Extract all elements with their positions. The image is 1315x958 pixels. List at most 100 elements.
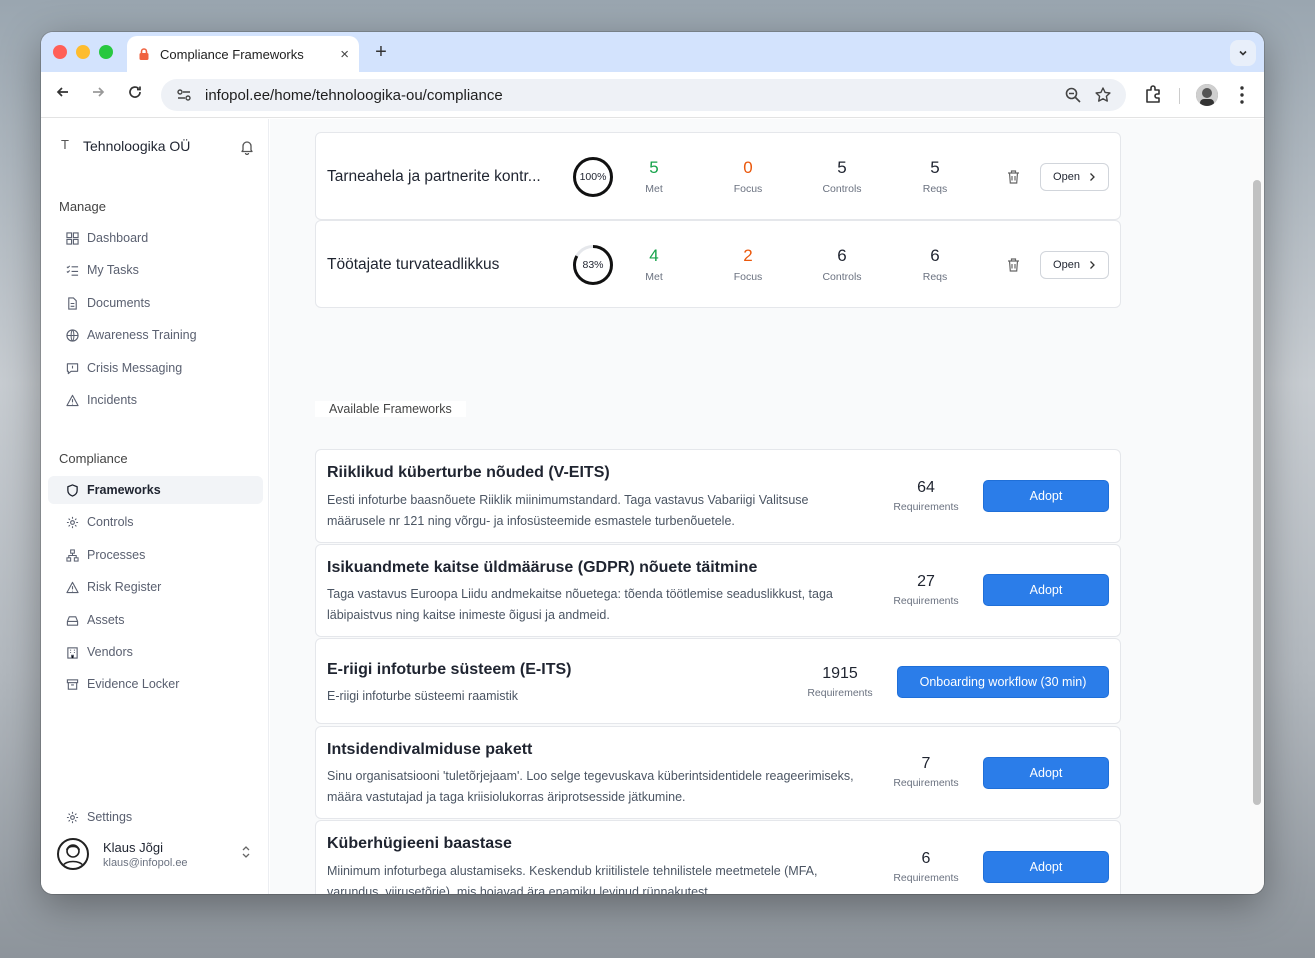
reqs-count: 6 (930, 246, 940, 265)
profile-photo-icon (1196, 84, 1218, 106)
lock-icon (139, 48, 149, 60)
sidebar-item-label: Controls (87, 515, 134, 529)
bookmark-star-icon[interactable] (1094, 86, 1112, 104)
sidebar-item-label: Incidents (87, 393, 138, 407)
org-name: Tehnoloogika OÜ (83, 138, 191, 154)
requirements-label: Requirements (893, 501, 959, 513)
arrow-left-icon (56, 87, 68, 97)
adopted-framework-card: Tarneahela ja partnerite kontr... 100% 5… (315, 132, 1121, 220)
more-menu-icon[interactable] (1233, 83, 1251, 107)
close-window-button[interactable] (53, 45, 67, 59)
adopt-button[interactable]: Adopt (983, 574, 1109, 606)
open-button[interactable]: Open (1040, 163, 1109, 191)
scrollbar-thumb[interactable] (1253, 180, 1261, 805)
url-text[interactable]: infopol.ee/home/tehnoloogika-ou/complian… (205, 87, 1052, 104)
sidebar-item-assets[interactable]: Assets (48, 606, 263, 634)
tab-close-icon[interactable]: × (340, 46, 349, 63)
framework-title: Tarneahela ja partnerite kontr... (327, 168, 541, 185)
sidebar-item-label: Documents (87, 296, 151, 310)
adopted-framework-card: Töötajate turvateadlikkus 83% 4 Met 2 Fo… (315, 220, 1121, 308)
sidebar-item-label: Dashboard (87, 231, 149, 245)
forward-button[interactable] (86, 83, 110, 107)
extensions-icon[interactable] (1142, 83, 1164, 107)
available-framework-card: Riiklikud küberturbe nõuded (V-EITS) Ees… (315, 449, 1121, 543)
browser-tab[interactable]: Compliance Frameworks × (127, 36, 359, 72)
controls-label: Controls (822, 271, 862, 283)
onboarding-workflow-button[interactable]: Onboarding workflow (30 min) (897, 666, 1109, 698)
sidebar-item-dashboard[interactable]: Dashboard (48, 224, 263, 252)
drive-icon (66, 615, 79, 626)
controls-count: 5 (837, 158, 847, 177)
maximize-window-button[interactable] (99, 45, 113, 59)
sidebar-item-crisis-messaging[interactable]: Crisis Messaging (48, 354, 263, 382)
available-framework-card: E-riigi infoturbe süsteem (E-ITS) E-riig… (315, 638, 1121, 724)
sidebar-item-vendors[interactable]: Vendors (48, 638, 263, 666)
requirements-label: Requirements (893, 777, 959, 789)
address-bar[interactable]: infopol.ee/home/tehnoloogika-ou/complian… (161, 79, 1126, 111)
sidebar-item-documents[interactable]: Documents (48, 289, 263, 317)
trash-icon[interactable] (1006, 169, 1021, 185)
sidebar-item-label: Assets (87, 613, 125, 627)
controls-stat: 5 Controls (797, 158, 887, 195)
requirements-count: 1915 (822, 665, 858, 682)
open-button-label: Open (1053, 259, 1080, 271)
requirements-stat: 27 Requirements (881, 573, 971, 607)
trash-icon[interactable] (1006, 257, 1021, 273)
progress-label: 100% (579, 171, 607, 183)
sidebar-item-label: Crisis Messaging (87, 361, 183, 375)
site-settings-icon[interactable] (175, 86, 193, 104)
new-tab-button[interactable]: + (369, 40, 393, 64)
open-button[interactable]: Open (1040, 251, 1109, 279)
minimize-window-button[interactable] (76, 45, 90, 59)
requirements-label: Requirements (893, 872, 959, 884)
adopt-button[interactable]: Adopt (983, 757, 1109, 789)
user-name: Klaus Jõgi (103, 839, 163, 855)
requirements-count: 7 (921, 755, 931, 772)
message-icon (66, 362, 79, 374)
requirements-stat: 7 Requirements (881, 755, 971, 789)
focus-label: Focus (733, 271, 763, 283)
sidebar-item-label: Processes (87, 548, 146, 562)
bell-icon[interactable] (239, 139, 255, 155)
zoom-icon[interactable] (1064, 86, 1082, 104)
tab-search-button[interactable] (1230, 40, 1256, 66)
user-menu[interactable]: Klaus Jõgi klaus@infopol.ee (48, 829, 263, 879)
manage-section-label: Manage (59, 199, 106, 214)
reqs-count: 5 (930, 158, 940, 177)
org-switcher[interactable]: T Tehnoloogika OÜ (57, 137, 190, 155)
chevron-up-down-icon (242, 846, 250, 858)
back-button[interactable] (51, 83, 75, 107)
sidebar-item-label: My Tasks (87, 263, 139, 277)
requirements-label: Requirements (893, 595, 959, 607)
sidebar-item-my-tasks[interactable]: My Tasks (48, 256, 263, 284)
warning-icon (66, 581, 79, 593)
sidebar-item-label: Evidence Locker (87, 677, 180, 691)
focus-stat: 0 Focus (703, 158, 793, 195)
sidebar-item-settings[interactable]: Settings (48, 803, 263, 831)
met-stat: 4 Met (609, 246, 699, 283)
sidebar-item-evidence-locker[interactable]: Evidence Locker (48, 670, 263, 698)
sidebar-item-frameworks[interactable]: Frameworks (48, 476, 263, 504)
framework-description: Miinimum infoturbega alustamiseks. Keske… (327, 864, 818, 894)
sidebar-item-incidents[interactable]: Incidents (48, 386, 263, 414)
adopt-button[interactable]: Adopt (983, 480, 1109, 512)
profile-avatar[interactable] (1196, 84, 1218, 106)
sidebar-item-controls[interactable]: Controls (48, 508, 263, 536)
gear-icon (66, 811, 79, 823)
met-count: 5 (649, 158, 659, 177)
requirements-count: 27 (917, 573, 935, 590)
sidebar-item-awareness-training[interactable]: Awareness Training (48, 321, 263, 349)
reqs-label: Reqs (922, 183, 948, 195)
reload-button[interactable] (123, 83, 147, 107)
user-info: Klaus Jõgi klaus@infopol.ee (103, 840, 188, 869)
sidebar-item-risk-register[interactable]: Risk Register (48, 573, 263, 601)
available-framework-card: Intsidendivalmiduse pakett Sinu organisa… (315, 726, 1121, 819)
arrow-right-icon (93, 87, 105, 97)
adopt-button[interactable]: Adopt (983, 851, 1109, 883)
sidebar-item-processes[interactable]: Processes (48, 541, 263, 569)
requirements-count: 64 (917, 479, 935, 496)
main-content: Tarneahela ja partnerite kontr... 100% 5… (270, 119, 1250, 894)
sidebar-item-label: Vendors (87, 645, 133, 659)
toolbar-divider (1179, 88, 1180, 104)
progress-label: 83% (582, 259, 604, 271)
